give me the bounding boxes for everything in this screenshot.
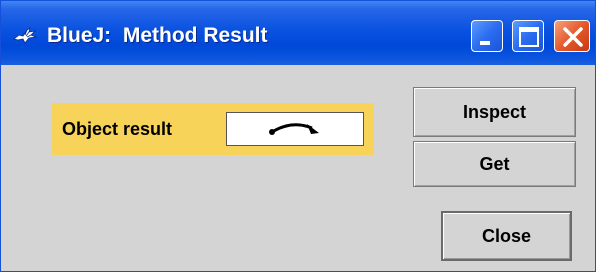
close-button[interactable]: Close (441, 211, 572, 261)
object-result-field[interactable] (226, 112, 364, 146)
method-result-dialog: BlueJ: Method Result Object result Inspe… (0, 0, 596, 272)
bluej-bird-icon (13, 27, 38, 45)
get-button[interactable]: Get (413, 141, 576, 187)
close-window-button[interactable] (554, 20, 590, 52)
dialog-content: Object result Inspect Get Close (1, 65, 595, 271)
object-result-panel: Object result (52, 103, 374, 155)
maximize-button[interactable] (512, 20, 544, 52)
minimize-button[interactable] (471, 20, 503, 52)
inspect-button[interactable]: Inspect (413, 87, 576, 137)
object-result-label: Object result (62, 119, 173, 139)
window-title: BlueJ: Method Result (47, 24, 268, 47)
title-bar[interactable]: BlueJ: Method Result (1, 1, 595, 65)
